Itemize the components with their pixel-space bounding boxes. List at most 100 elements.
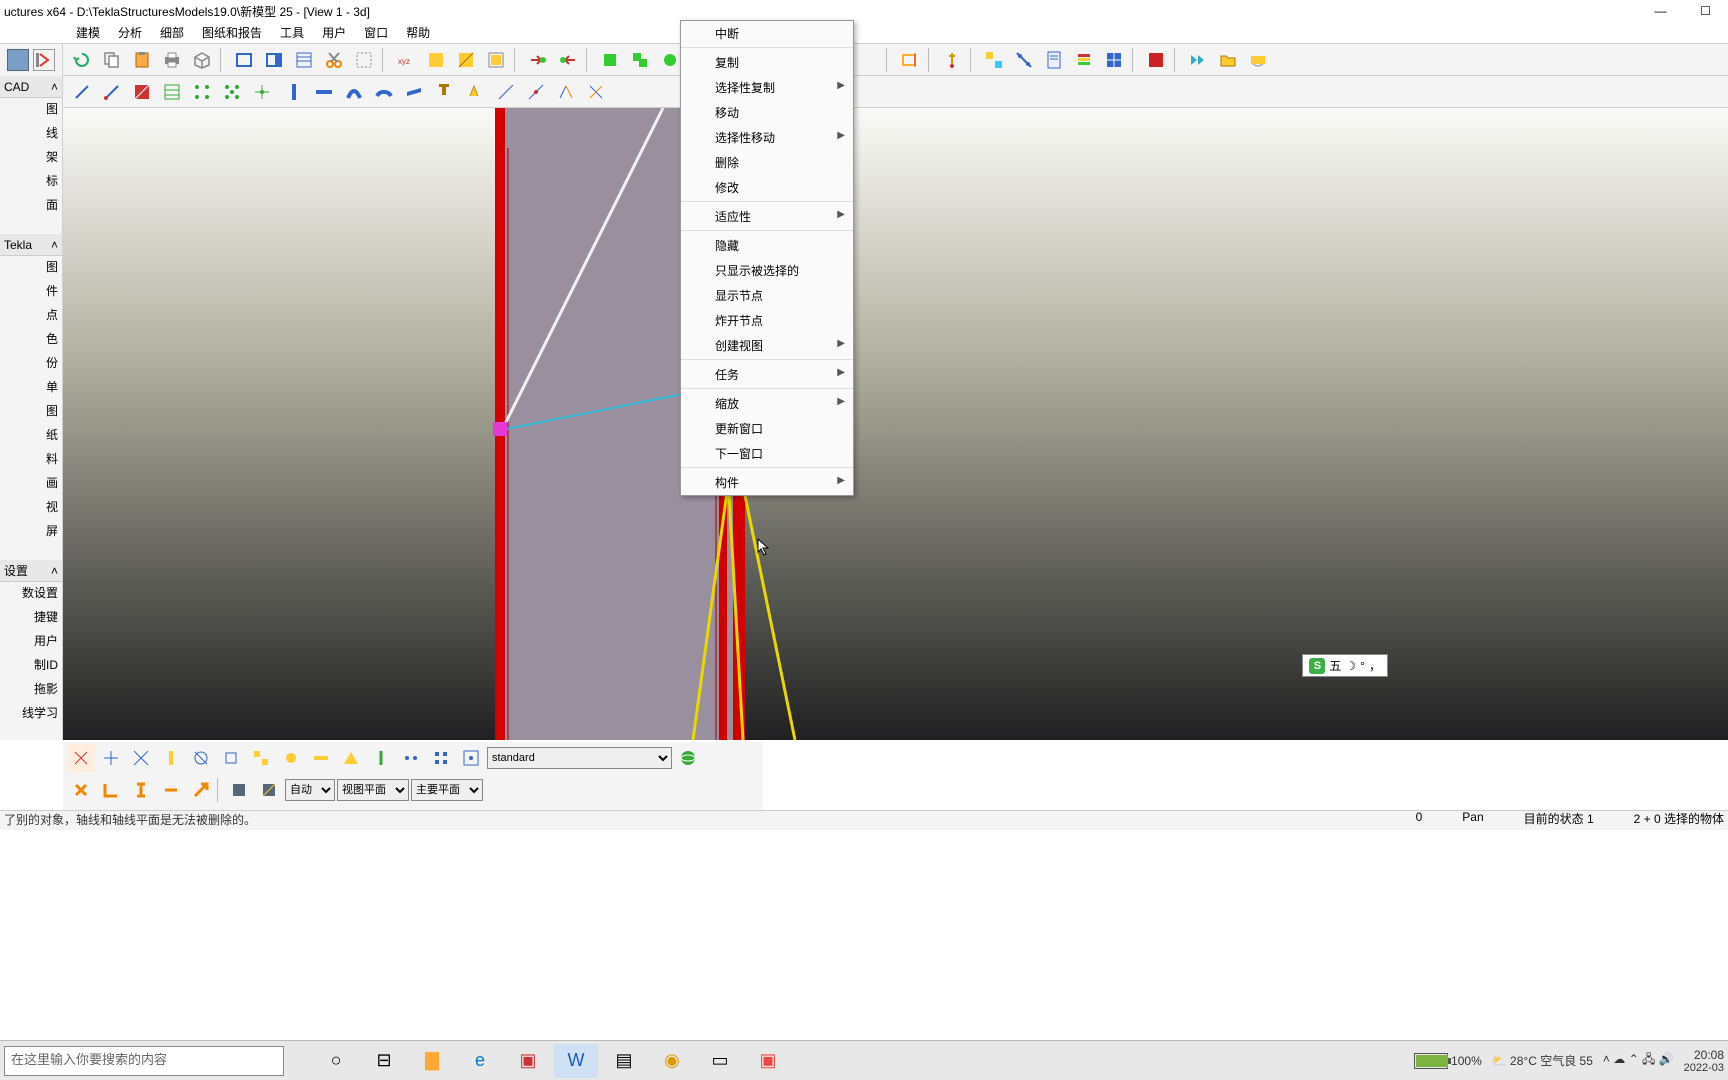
beam1-button[interactable]: [280, 78, 308, 106]
taskview-button[interactable]: ○: [314, 1044, 358, 1078]
blue-line2-button[interactable]: [522, 78, 550, 106]
context-menu-item[interactable]: 显示节点: [681, 283, 853, 308]
copy-button[interactable]: [98, 46, 126, 74]
window-button[interactable]: [230, 46, 258, 74]
beam4-button[interactable]: [370, 78, 398, 106]
snap9-button[interactable]: [307, 744, 335, 772]
xyz-button[interactable]: xyz: [392, 46, 420, 74]
context-menu-item[interactable]: 炸开节点: [681, 308, 853, 333]
plane1-button[interactable]: [225, 776, 253, 804]
side-item[interactable]: 面: [0, 194, 62, 218]
side-item[interactable]: 拖影: [0, 678, 62, 702]
context-menu-item[interactable]: 任务▶: [681, 362, 853, 389]
side-item[interactable]: 用户: [0, 630, 62, 654]
blue-line1-button[interactable]: [492, 78, 520, 106]
mainplane-select[interactable]: 主要平面: [411, 779, 483, 801]
app3-button[interactable]: ◉: [650, 1044, 694, 1078]
fastforward-button[interactable]: [1184, 46, 1212, 74]
context-menu-item[interactable]: 选择性移动▶: [681, 125, 853, 150]
snap6-button[interactable]: [217, 744, 245, 772]
side-item[interactable]: 数设置: [0, 582, 62, 606]
snap7-button[interactable]: [247, 744, 275, 772]
context-menu-item[interactable]: 删除: [681, 150, 853, 175]
side-item[interactable]: 图: [0, 98, 62, 122]
plate-button[interactable]: [400, 78, 428, 106]
snap4-button[interactable]: [157, 744, 185, 772]
context-menu-item[interactable]: 中断: [681, 21, 853, 48]
origin-button[interactable]: [422, 46, 450, 74]
beam2-button[interactable]: [310, 78, 338, 106]
side-header-settings[interactable]: 设置: [4, 562, 28, 579]
pin-button[interactable]: [938, 46, 966, 74]
bolt-button[interactable]: [430, 78, 458, 106]
standard-select[interactable]: standard: [487, 747, 672, 769]
context-menu-item[interactable]: 隐藏: [681, 233, 853, 258]
corner3-button[interactable]: [157, 776, 185, 804]
context-menu-item[interactable]: 只显示被选择的: [681, 258, 853, 283]
app2-button[interactable]: ▤: [602, 1044, 646, 1078]
snap10-button[interactable]: [337, 744, 365, 772]
app4-button[interactable]: ▭: [698, 1044, 742, 1078]
grid-button[interactable]: [1100, 46, 1128, 74]
multi1-button[interactable]: [980, 46, 1008, 74]
taskview2-button[interactable]: ⊟: [362, 1044, 406, 1078]
3d-viewport[interactable]: [63, 108, 1728, 740]
side-item[interactable]: 图: [0, 400, 62, 424]
side-item[interactable]: 单: [0, 376, 62, 400]
red-button[interactable]: [1142, 46, 1170, 74]
nodes1-button[interactable]: [188, 78, 216, 106]
context-menu-item[interactable]: 选择性复制▶: [681, 75, 853, 100]
clip-button[interactable]: [896, 46, 924, 74]
side-header-cad[interactable]: CAD: [4, 80, 29, 94]
search-input[interactable]: 在这里输入你要搜索的内容: [4, 1046, 284, 1076]
window-right-button[interactable]: [260, 46, 288, 74]
corner1-button[interactable]: [97, 776, 125, 804]
snap2-button[interactable]: [97, 744, 125, 772]
word-button[interactable]: W: [554, 1044, 598, 1078]
weld-button[interactable]: [460, 78, 488, 106]
paste-button[interactable]: [128, 46, 156, 74]
multi2-button[interactable]: [1010, 46, 1038, 74]
fill-button[interactable]: [128, 78, 156, 106]
menu-user[interactable]: 用户: [314, 22, 354, 43]
menu-drawings[interactable]: 图纸和报告: [194, 22, 270, 43]
list-button[interactable]: [290, 46, 318, 74]
menu-help[interactable]: 帮助: [398, 22, 438, 43]
x-button[interactable]: [67, 776, 95, 804]
context-menu-item[interactable]: 修改: [681, 175, 853, 202]
context-menu-item[interactable]: 移动: [681, 100, 853, 125]
expand-icon[interactable]: [33, 49, 55, 71]
viewplane-select[interactable]: 视图平面: [337, 779, 409, 801]
line2-button[interactable]: [98, 78, 126, 106]
maximize-button[interactable]: ☐: [1683, 0, 1728, 22]
side-item[interactable]: 屏: [0, 520, 62, 544]
globe-button[interactable]: [674, 744, 702, 772]
explorer-button[interactable]: ▇: [410, 1044, 454, 1078]
snap13-button[interactable]: [427, 744, 455, 772]
snap8-button[interactable]: [277, 744, 305, 772]
line1-button[interactable]: [68, 78, 96, 106]
context-menu-item[interactable]: 缩放▶: [681, 391, 853, 416]
print-button[interactable]: [158, 46, 186, 74]
box-button[interactable]: [188, 46, 216, 74]
cut-button[interactable]: [320, 46, 348, 74]
side-item[interactable]: 捷键: [0, 606, 62, 630]
collapse-icon[interactable]: ˄: [51, 564, 58, 578]
clock[interactable]: 20:08 2022-03: [1684, 1048, 1724, 1074]
beam3-button[interactable]: [340, 78, 368, 106]
stack-button[interactable]: [1070, 46, 1098, 74]
collapse-icon[interactable]: ˄: [51, 238, 58, 252]
context-menu-item[interactable]: 适应性▶: [681, 204, 853, 231]
side-item[interactable]: 图: [0, 256, 62, 280]
side-item[interactable]: 视: [0, 496, 62, 520]
plane-button[interactable]: [452, 46, 480, 74]
side-item[interactable]: 架: [0, 146, 62, 170]
snap5-button[interactable]: [187, 744, 215, 772]
context-menu-item[interactable]: 复制: [681, 50, 853, 75]
side-item[interactable]: 线学习: [0, 702, 62, 726]
select-button[interactable]: [350, 46, 378, 74]
snap12-button[interactable]: [397, 744, 425, 772]
nodes2-button[interactable]: [218, 78, 246, 106]
ime-bar[interactable]: S 五 ☽ ° ，: [1302, 654, 1388, 677]
minimize-button[interactable]: —: [1638, 0, 1683, 22]
